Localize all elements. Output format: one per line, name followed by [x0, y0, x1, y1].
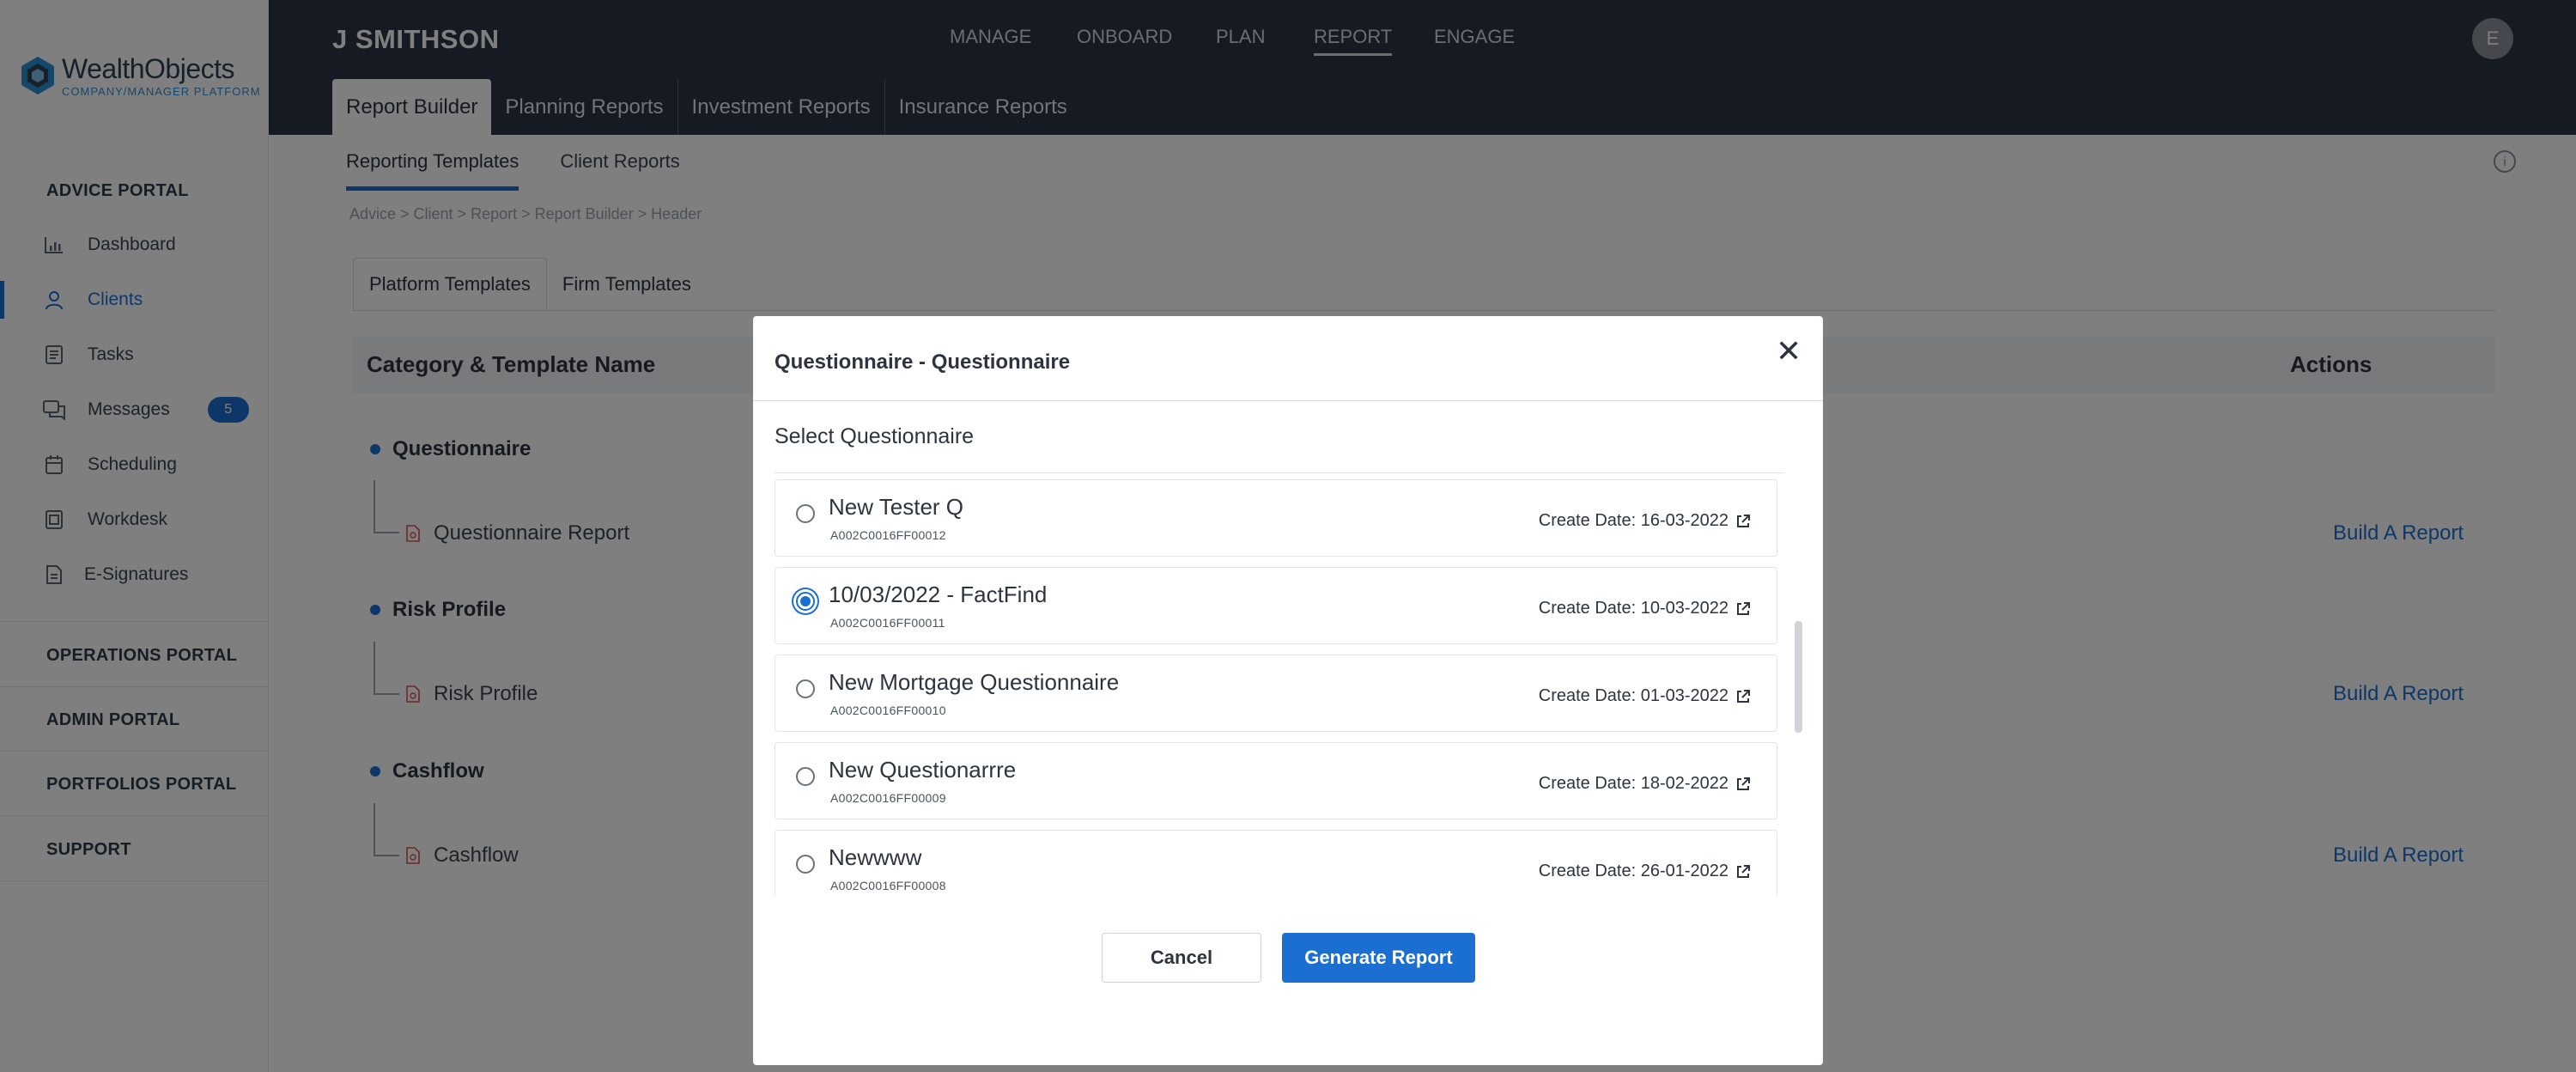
create-date: Create Date: 26-01-2022: [1539, 862, 1751, 881]
questionnaire-name: 10/03/2022 - FactFind: [829, 582, 1048, 607]
create-date: Create Date: 10-03-2022: [1539, 599, 1751, 618]
create-date: Create Date: 18-02-2022: [1539, 774, 1751, 794]
questionnaire-name: New Mortgage Questionnaire: [829, 669, 1120, 695]
create-date-label: Create Date: 10-03-2022: [1538, 599, 1728, 618]
create-date-label: Create Date: 16-03-2022: [1538, 511, 1728, 530]
radio-button[interactable]: [796, 592, 815, 611]
questionnaire-list[interactable]: New Tester Q A002C0016FF00012 Create Dat…: [775, 472, 1801, 895]
questionnaire-item[interactable]: New Mortgage Questionnaire A002C0016FF00…: [775, 655, 1777, 732]
questionnaire-item[interactable]: New Questionarrre A002C0016FF00009 Creat…: [775, 742, 1777, 819]
questionnaire-name: New Questionarrre: [829, 757, 1017, 783]
questionnaire-item[interactable]: New Tester Q A002C0016FF00012 Create Dat…: [775, 479, 1777, 557]
select-questionnaire-label: Select Questionnaire: [775, 424, 975, 448]
modal-title: Questionnaire - Questionnaire: [775, 350, 1071, 374]
radio-button[interactable]: [796, 504, 815, 523]
external-link-icon[interactable]: [1735, 514, 1751, 529]
external-link-icon[interactable]: [1735, 689, 1751, 704]
questionnaire-id: A002C0016FF00011: [830, 616, 945, 630]
close-icon[interactable]: ✕: [1776, 333, 1801, 369]
radio-button[interactable]: [796, 855, 815, 874]
radio-button[interactable]: [796, 767, 815, 786]
questionnaire-item[interactable]: Newwww A002C0016FF00008 Create Date: 26-…: [775, 830, 1777, 895]
questionnaire-item[interactable]: 10/03/2022 - FactFind A002C0016FF00011 C…: [775, 567, 1777, 644]
generate-report-button[interactable]: Generate Report: [1282, 933, 1475, 983]
questionnaire-id: A002C0016FF00009: [830, 791, 946, 805]
divider: [753, 400, 1823, 401]
questionnaire-name: Newwww: [829, 844, 922, 870]
external-link-icon[interactable]: [1735, 777, 1751, 792]
questionnaire-name: New Tester Q: [829, 494, 964, 520]
external-link-icon[interactable]: [1735, 601, 1751, 617]
create-date-label: Create Date: 18-02-2022: [1538, 774, 1728, 793]
create-date-label: Create Date: 26-01-2022: [1538, 862, 1728, 880]
external-link-icon[interactable]: [1735, 864, 1751, 880]
questionnaire-modal: Questionnaire - Questionnaire ✕ Select Q…: [753, 316, 1823, 1065]
scrollbar[interactable]: [1795, 621, 1802, 733]
cancel-button[interactable]: Cancel: [1102, 933, 1261, 983]
questionnaire-id: A002C0016FF00008: [830, 879, 946, 892]
radio-button[interactable]: [796, 679, 815, 698]
questionnaire-id: A002C0016FF00010: [830, 704, 946, 717]
create-date: Create Date: 16-03-2022: [1539, 511, 1751, 531]
create-date: Create Date: 01-03-2022: [1539, 686, 1751, 706]
create-date-label: Create Date: 01-03-2022: [1538, 686, 1728, 705]
questionnaire-id: A002C0016FF00012: [830, 528, 946, 542]
